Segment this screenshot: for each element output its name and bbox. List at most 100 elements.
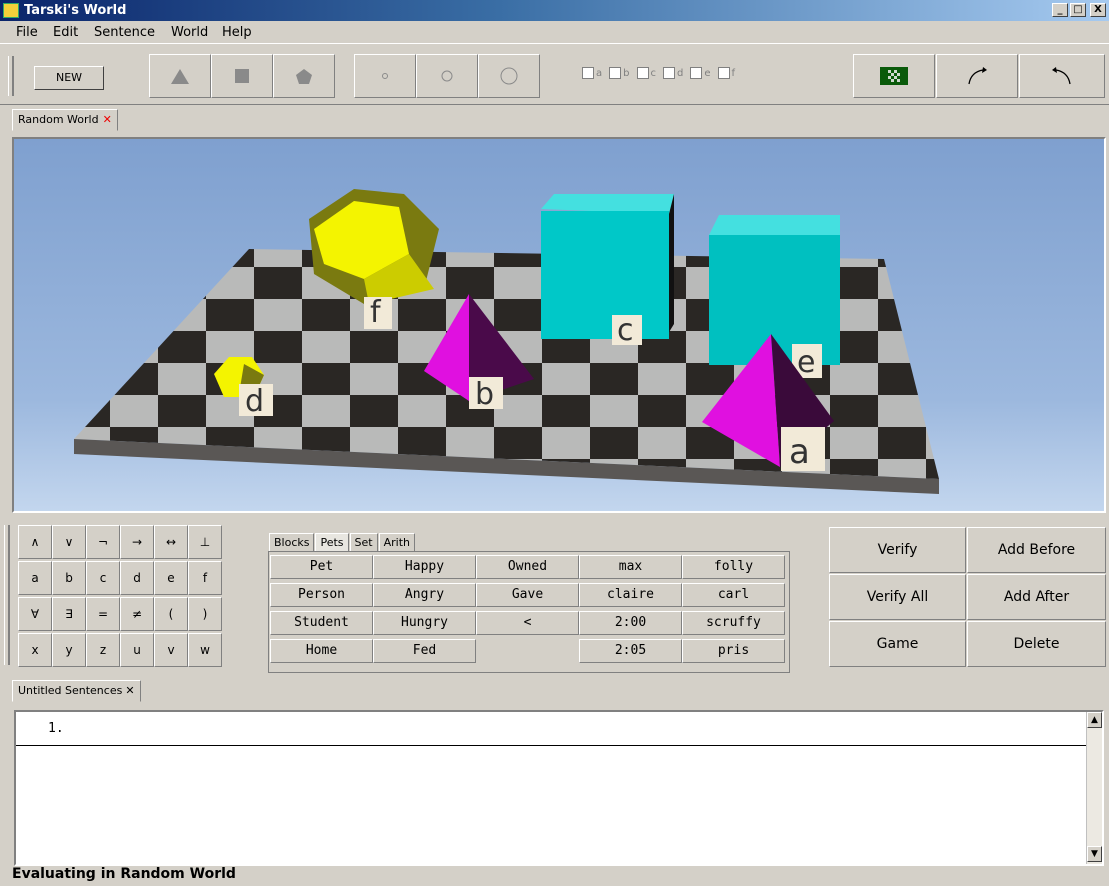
key-u[interactable]: u (120, 633, 154, 667)
symbol-keypad: ∧ ∨ ¬ → ↔ ⊥ a b c d e f ∀ ∃ = ≠ ( ) x y … (4, 525, 236, 669)
pred-person[interactable]: Person (270, 583, 373, 607)
key-a[interactable]: a (18, 561, 52, 595)
checkbox-c[interactable]: c (636, 67, 656, 79)
tab-arith[interactable]: Arith (378, 533, 416, 552)
cube-shape-button[interactable] (211, 54, 273, 98)
small-circle-icon (382, 73, 388, 79)
tet-shape-button[interactable] (149, 54, 211, 98)
checkbox-d[interactable]: d (663, 67, 683, 79)
pred-fed[interactable]: Fed (373, 639, 476, 663)
size-medium-button[interactable] (416, 54, 478, 98)
predicate-tabs: Blocks Pets Set Arith (269, 533, 416, 552)
checkbox-b[interactable]: b (609, 67, 630, 79)
triangle-icon (171, 69, 189, 84)
key-c[interactable]: c (86, 561, 120, 595)
key-equals[interactable]: = (86, 597, 120, 631)
const-2-05[interactable]: 2:05 (579, 639, 682, 663)
verify-all-button[interactable]: Verify All (829, 574, 966, 620)
key-open-paren[interactable]: ( (154, 597, 188, 631)
pred-empty (476, 639, 579, 663)
checkbox-a[interactable]: a (582, 67, 602, 79)
key-exists[interactable]: ∃ (52, 597, 86, 631)
key-b[interactable]: b (52, 561, 86, 595)
const-folly[interactable]: folly (682, 555, 785, 579)
pred-gave[interactable]: Gave (476, 583, 579, 607)
verify-button[interactable]: Verify (829, 527, 966, 573)
minimize-button[interactable]: _ (1052, 3, 1068, 17)
key-iff[interactable]: ↔ (154, 525, 188, 559)
close-button[interactable]: X (1090, 3, 1106, 17)
keypad-grip[interactable] (4, 525, 10, 665)
const-max[interactable]: max (579, 555, 682, 579)
key-implies[interactable]: → (120, 525, 154, 559)
key-not-equals[interactable]: ≠ (120, 597, 154, 631)
menu-help[interactable]: Help (222, 25, 252, 40)
delete-button[interactable]: Delete (967, 621, 1106, 667)
menu-edit[interactable]: Edit (53, 25, 78, 40)
pred-hungry[interactable]: Hungry (373, 611, 476, 635)
close-tab-icon[interactable]: ✕ (125, 684, 134, 697)
key-f[interactable]: f (188, 561, 222, 595)
pred-angry[interactable]: Angry (373, 583, 476, 607)
new-button[interactable]: NEW (34, 66, 104, 90)
key-close-paren[interactable]: ) (188, 597, 222, 631)
add-after-button[interactable]: Add After (967, 574, 1106, 620)
key-or[interactable]: ∨ (52, 525, 86, 559)
pred-home[interactable]: Home (270, 639, 373, 663)
game-button[interactable]: Game (829, 621, 966, 667)
pred-pet[interactable]: Pet (270, 555, 373, 579)
pred-less-than[interactable]: < (476, 611, 579, 635)
title-bar: Tarski's World _ □ X (0, 0, 1109, 21)
sentence-number: 1. (48, 721, 64, 736)
tab-untitled-sentences[interactable]: Untitled Sentences ✕ (12, 680, 141, 702)
key-bottom[interactable]: ⊥ (188, 525, 222, 559)
const-2-00[interactable]: 2:00 (579, 611, 682, 635)
key-and[interactable]: ∧ (18, 525, 52, 559)
key-v[interactable]: v (154, 633, 188, 667)
key-forall[interactable]: ∀ (18, 597, 52, 631)
size-large-button[interactable] (478, 54, 540, 98)
pred-happy[interactable]: Happy (373, 555, 476, 579)
const-scruffy[interactable]: scruffy (682, 611, 785, 635)
menu-file[interactable]: File (16, 25, 38, 40)
scroll-down-icon[interactable]: ▼ (1087, 846, 1102, 862)
maximize-button[interactable]: □ (1070, 3, 1086, 17)
checkbox-f[interactable]: f (717, 67, 735, 79)
close-tab-icon[interactable]: ✕ (103, 113, 112, 126)
vertical-scrollbar[interactable]: ▲ ▼ (1086, 712, 1102, 864)
tab-blocks[interactable]: Blocks (269, 533, 315, 552)
menu-world[interactable]: World (171, 25, 208, 40)
const-pris[interactable]: pris (682, 639, 785, 663)
tab-random-world[interactable]: Random World ✕ (12, 109, 118, 131)
pred-student[interactable]: Student (270, 611, 373, 635)
add-before-button[interactable]: Add Before (967, 527, 1106, 573)
world-tab-label: Random World (18, 113, 99, 126)
key-w[interactable]: w (188, 633, 222, 667)
const-claire[interactable]: claire (579, 583, 682, 607)
block-c[interactable]: c (541, 194, 674, 348)
sentence-row[interactable]: 1. (16, 712, 1086, 746)
toolbar-grip[interactable] (8, 56, 14, 96)
app-icon (3, 3, 19, 18)
key-y[interactable]: y (52, 633, 86, 667)
key-z[interactable]: z (86, 633, 120, 667)
tab-pets[interactable]: Pets (315, 533, 349, 552)
dodec-shape-button[interactable] (273, 54, 335, 98)
tab-set[interactable]: Set (349, 533, 378, 552)
sentence-editor[interactable]: 1. ▲ ▼ (14, 710, 1104, 866)
view-2d-button[interactable] (853, 54, 935, 98)
key-x[interactable]: x (18, 633, 52, 667)
key-e[interactable]: e (154, 561, 188, 595)
const-carl[interactable]: carl (682, 583, 785, 607)
checkbox-e[interactable]: e (690, 67, 711, 79)
menu-sentence[interactable]: Sentence (94, 25, 155, 40)
world-view[interactable]: f c e d b a (12, 137, 1106, 513)
key-not[interactable]: ¬ (86, 525, 120, 559)
rotate-left-button[interactable] (1019, 54, 1105, 98)
size-small-button[interactable] (354, 54, 416, 98)
rotate-right-button[interactable] (936, 54, 1018, 98)
scroll-up-icon[interactable]: ▲ (1087, 712, 1102, 728)
pred-owned[interactable]: Owned (476, 555, 579, 579)
key-d[interactable]: d (120, 561, 154, 595)
toolbar: NEW a b c d e f (0, 43, 1109, 105)
